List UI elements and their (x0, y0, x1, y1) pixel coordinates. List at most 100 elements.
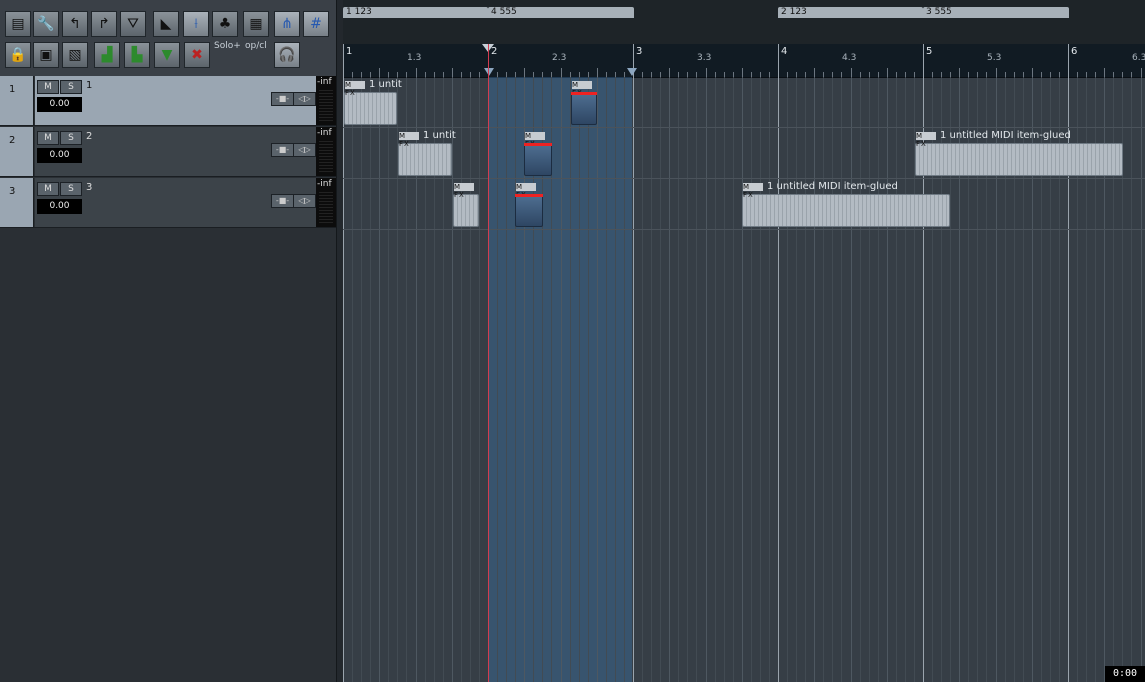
track-1[interactable]: 1 M S 1 0.00 -■- ◁▷ -inf (0, 76, 336, 126)
grid-line (515, 77, 517, 682)
midi-item-icon[interactable]: ▣ (33, 42, 59, 68)
track-down-icon[interactable]: ▼ (154, 42, 180, 68)
io-button[interactable]: ◁▷ (293, 143, 316, 157)
grid-line (850, 77, 852, 682)
ruler-subtick (705, 68, 707, 77)
grid-line (741, 77, 743, 682)
envelope-icon[interactable]: ⋔ (274, 11, 300, 37)
fx-button[interactable]: -■- (271, 194, 294, 208)
grid-line (778, 77, 779, 682)
track-2[interactable]: 2 M S 2 0.00 -■- ◁▷ -inf (0, 127, 336, 177)
volume-readout[interactable]: 0.00 (37, 199, 82, 214)
grid-line (687, 77, 689, 682)
region-marker[interactable]: 2 123 (778, 7, 923, 18)
track-name[interactable]: 2 (86, 131, 92, 142)
volume-readout[interactable]: 0.00 (37, 97, 82, 112)
solo-button[interactable]: S (60, 131, 82, 145)
lock-icon[interactable]: 🔒 (5, 42, 31, 68)
ruler-subtick (814, 68, 816, 77)
undo-icon[interactable]: ↰ (62, 11, 88, 37)
meter-bars (319, 90, 333, 123)
grid-line (823, 77, 825, 682)
track-3[interactable]: 3 M S 3 0.00 -■- ◁▷ -inf (0, 178, 336, 228)
grid-icon[interactable]: ▦ (243, 11, 269, 37)
grid-line (886, 77, 888, 682)
solo-label[interactable]: Solo+ (214, 41, 241, 51)
ruler-subtick (741, 68, 743, 77)
snap-grid-icon[interactable]: # (303, 11, 329, 37)
fx-button[interactable]: -■- (271, 92, 294, 106)
track-meter: -inf (316, 127, 336, 176)
selection-edge-marker[interactable] (627, 68, 637, 76)
split-icon[interactable]: ⟊ (183, 11, 209, 37)
arrange-view[interactable]: 1 123 4 555 2 123 3 555 1 1.3 2 2.3 3 3.3 4 4.3… (343, 0, 1145, 682)
mute-button[interactable]: M (37, 182, 59, 196)
clover-icon[interactable]: ♣ (212, 11, 238, 37)
grid-line (633, 77, 634, 682)
track-header[interactable]: M S 1 0.00 -■- ◁▷ (35, 76, 316, 125)
io-button[interactable]: ◁▷ (293, 92, 316, 106)
grid-line (660, 77, 662, 682)
op-label[interactable]: op/cl (245, 41, 267, 51)
grid-line (605, 77, 607, 682)
ruler-subtick (669, 68, 671, 77)
media-item[interactable] (915, 143, 1123, 176)
metronome-panel-icon[interactable]: ▤ (5, 11, 31, 37)
track-number[interactable]: 1 (0, 76, 34, 125)
save-item-icon[interactable]: ▧ (62, 42, 88, 68)
track-meter: -inf (316, 178, 336, 227)
ruler-subtick (995, 68, 997, 77)
grid-line (759, 77, 761, 682)
track-meter: -inf (316, 76, 336, 125)
ruler-bar-tick (778, 44, 779, 77)
selection-edge-marker[interactable] (484, 68, 494, 76)
item-icons: M FX (399, 132, 419, 148)
grid-line (750, 77, 752, 682)
ruler-subtick (1140, 68, 1142, 77)
wrench-icon[interactable]: 🔧 (33, 11, 59, 37)
green-track-a-icon[interactable]: ▟ (94, 42, 120, 68)
ruler-subtick (1104, 68, 1106, 77)
ruler-subtick (886, 68, 888, 77)
mute-button[interactable]: M (37, 131, 59, 145)
green-track-b-icon[interactable]: ▙ (124, 42, 150, 68)
track-name[interactable]: 3 (86, 182, 92, 193)
ruler-bar-label: 6 (1071, 46, 1078, 57)
item-red-bar (515, 194, 543, 197)
media-item[interactable] (742, 194, 950, 227)
region-marker[interactable]: 3 555 (923, 7, 1069, 18)
solo-button[interactable]: S (60, 182, 82, 196)
fx-button[interactable]: -■- (271, 143, 294, 157)
redo-icon[interactable]: ↱ (91, 11, 117, 37)
grid-line (560, 77, 562, 682)
grid-line (895, 77, 897, 682)
ruler-bar-label: 4 (781, 46, 788, 57)
item-label: 1 untitled MIDI item-glued (940, 130, 1071, 141)
timeline-ruler[interactable]: 1 1.3 2 2.3 3 3.3 4 4.3 5 5.3 6 6.3 (343, 44, 1145, 78)
edit-cursor[interactable] (488, 44, 489, 682)
track-name[interactable]: 1 (86, 80, 92, 91)
grid-line (469, 77, 471, 682)
grid-line (868, 77, 870, 682)
track-remove-icon[interactable]: ✖ (184, 42, 210, 68)
ripple-edit-icon[interactable]: ◣ (153, 11, 179, 37)
headphones-icon[interactable]: 🎧 (274, 42, 300, 68)
volume-readout[interactable]: 0.00 (37, 148, 82, 163)
track-number[interactable]: 2 (0, 127, 34, 176)
track-header[interactable]: M S 3 0.00 -■- ◁▷ (35, 178, 316, 227)
solo-button[interactable]: S (60, 80, 82, 94)
item-icons: M FX (743, 183, 763, 199)
ruler-beat-label: 3.3 (697, 53, 712, 63)
timecode-display: 0:00 (1105, 666, 1145, 682)
item-icons: M FX (454, 183, 474, 199)
track-header[interactable]: M S 2 0.00 -■- ◁▷ (35, 127, 316, 176)
grid-line (460, 77, 462, 682)
metronome-icon[interactable]: ⛛ (120, 11, 146, 37)
region-lane[interactable]: 1 123 4 555 2 123 3 555 (343, 0, 1145, 44)
mute-button[interactable]: M (37, 80, 59, 94)
io-button[interactable]: ◁▷ (293, 194, 316, 208)
track-number[interactable]: 3 (0, 178, 34, 227)
grid-line (841, 77, 843, 682)
region-marker[interactable]: 4 555 (488, 7, 634, 18)
region-marker[interactable]: 1 123 (343, 7, 488, 18)
